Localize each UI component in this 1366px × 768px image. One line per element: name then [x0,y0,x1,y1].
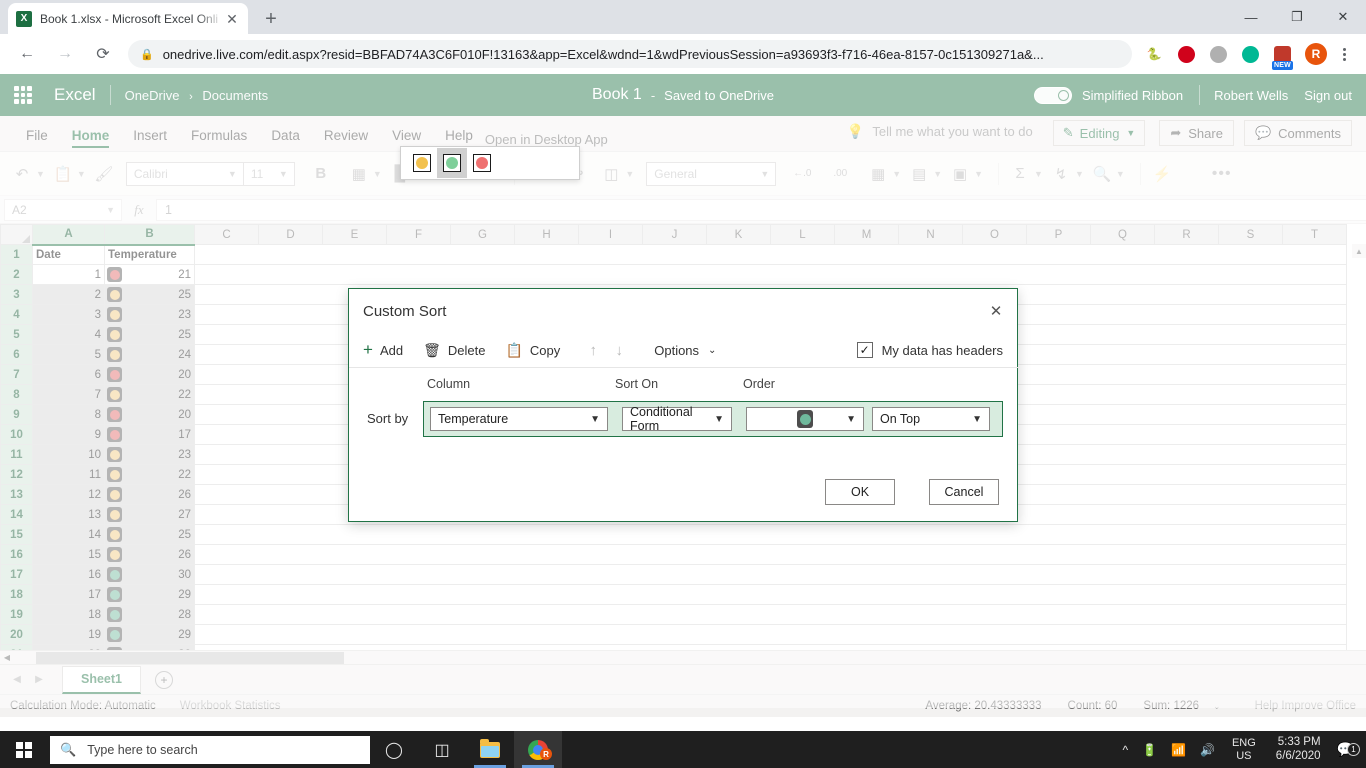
notification-count-badge: 1 [1347,743,1360,756]
forward-icon[interactable]: → [51,40,79,68]
windows-logo-icon [16,741,32,758]
position-value: On Top [880,412,921,426]
chevron-down-icon: ▼ [590,413,600,425]
sort-on-value: Conditional Form [630,405,693,433]
sort-by-label: Sort by [367,411,409,426]
extension-icons: 🐍 NEW [1138,41,1298,70]
green-traffic-light-icon [443,154,461,172]
language-line-2: US [1236,749,1252,762]
plus-icon: + [363,340,373,359]
position-dropdown[interactable]: On Top ▼ [872,407,990,431]
honey-extension-icon[interactable]: 🐍 [1141,41,1167,67]
column-heading-order: Order [743,377,775,391]
trash-icon: 🗑 [423,341,441,358]
order-option-red[interactable] [467,148,497,178]
chevron-down-icon: ▼ [846,413,856,425]
browser-tab-title: Book 1.xlsx - Microsoft Excel Onli [40,11,219,26]
wifi-icon[interactable]: 📶 [1164,743,1193,757]
lock-icon: 🔒 [140,48,154,61]
privacy-extension-icon[interactable] [1237,41,1263,67]
search-placeholder: Type here to search [87,742,198,757]
delete-label: Delete [447,342,486,358]
cortana-icon[interactable]: ◯ [370,731,418,768]
close-window-button[interactable]: ✕ [1320,0,1366,34]
cancel-button[interactable]: Cancel [929,479,999,505]
chevron-down-icon: ⌄ [708,344,717,356]
add-level-button[interactable]: + Add [363,340,403,360]
new-extension-icon[interactable]: NEW [1269,41,1295,70]
copy-level-button[interactable]: 📋 Copy [505,342,560,359]
windows-taskbar: 🔍 Type here to search ◯ ◫ R ^ 🔋 📶 🔊 ENG … [0,731,1366,768]
chevron-down-icon: ▼ [972,413,982,425]
sort-level-row: Temperature ▼ Conditional Form ▼ ▼ On To… [423,401,1003,437]
options-label: Options [654,342,700,358]
sort-on-dropdown[interactable]: Conditional Form ▼ [622,405,732,433]
clock[interactable]: 5:33 PM 6/6/2020 [1266,736,1331,764]
minimize-window-button[interactable]: — [1228,0,1274,34]
task-view-icon[interactable]: ◫ [418,731,466,768]
delete-level-button[interactable]: 🗑 Delete [423,342,485,359]
my-data-has-headers-label: My data has headers [881,342,1003,358]
back-icon[interactable]: ← [13,40,41,68]
file-explorer-icon[interactable] [466,731,514,768]
new-tab-button[interactable]: + [258,6,284,32]
browser-toolbar: ← → ⟳ 🔒 onedrive.live.com/edit.aspx?resi… [0,34,1366,74]
green-traffic-light-icon [797,410,813,428]
column-heading-column: Column [427,377,471,391]
start-button[interactable] [0,731,48,768]
column-heading-sort-on: Sort On [615,377,659,391]
copy-label: Copy [529,342,561,358]
browser-tab-strip: X Book 1.xlsx - Microsoft Excel Onli ✕ +… [0,0,1366,34]
battery-icon[interactable]: 🔋 [1135,743,1164,757]
move-down-icon[interactable]: ↓ [606,342,632,359]
taskbar-search-box[interactable]: 🔍 Type here to search [50,735,370,764]
yellow-traffic-light-icon [413,154,431,172]
grammarly-extension-icon[interactable] [1205,41,1231,67]
custom-sort-dialog: Custom Sort ✕ + Add 🗑 Delete 📋 Copy ↑ ↓ … [348,288,1019,522]
address-bar-url: onedrive.live.com/edit.aspx?resid=BBFAD7… [162,46,1044,62]
copy-icon: 📋 [505,341,523,358]
new-badge: NEW [1272,61,1293,70]
my-data-has-headers-checkbox[interactable]: ✓ My data has headers [856,342,1003,358]
search-icon: 🔍 [60,741,77,757]
maximize-window-button[interactable]: ❐ [1274,0,1320,34]
browser-menu-icon[interactable] [1334,47,1354,61]
volume-icon[interactable]: 🔊 [1193,743,1222,757]
ok-button[interactable]: OK [825,479,895,505]
order-dropdown-popup[interactable] [400,146,580,180]
checkbox-check-icon: ✓ [856,342,873,358]
close-tab-icon[interactable]: ✕ [224,11,240,27]
order-option-yellow[interactable] [407,148,437,178]
options-button[interactable]: Options ⌄ [654,343,716,358]
chrome-icon[interactable]: R [514,731,562,768]
reload-icon[interactable]: ⟳ [89,40,117,68]
order-option-green[interactable] [437,148,467,178]
sort-column-value: Temperature [438,412,509,426]
sort-column-dropdown[interactable]: Temperature ▼ [430,407,608,431]
excel-favicon-icon: X [16,10,32,27]
add-label: Add [379,342,404,358]
window-controls: — ❐ ✕ [1228,0,1366,34]
address-bar[interactable]: 🔒 onedrive.live.com/edit.aspx?resid=BBFA… [128,40,1132,68]
red-traffic-light-icon [473,154,491,172]
browser-tab[interactable]: X Book 1.xlsx - Microsoft Excel Onli ✕ [8,3,248,34]
show-hidden-icons[interactable]: ^ [1115,743,1135,757]
language-line-1: ENG [1231,736,1256,749]
clock-time: 5:33 PM [1277,735,1321,748]
language-indicator[interactable]: ENG US [1222,737,1266,762]
system-tray: ^ 🔋 📶 🔊 ENG US 5:33 PM 6/6/2020 💬 1 [1115,736,1366,764]
move-up-icon[interactable]: ↑ [580,342,606,359]
dialog-title: Custom Sort [363,303,447,320]
adblock-extension-icon[interactable] [1173,41,1199,67]
close-icon[interactable]: ✕ [985,300,1007,322]
notifications-icon[interactable]: 💬 1 [1331,741,1366,758]
profile-avatar[interactable]: R [1305,43,1327,65]
dialog-column-headings: Column Sort On Order [349,377,1019,395]
chevron-down-icon: ▼ [714,413,724,425]
chrome-profile-badge: R [540,748,552,760]
order-dropdown[interactable]: ▼ [746,407,864,431]
clock-date: 6/6/2020 [1275,749,1321,762]
dialog-toolbar: + Add 🗑 Delete 📋 Copy ↑ ↓ Options ⌄ ✓ My… [349,333,1019,368]
